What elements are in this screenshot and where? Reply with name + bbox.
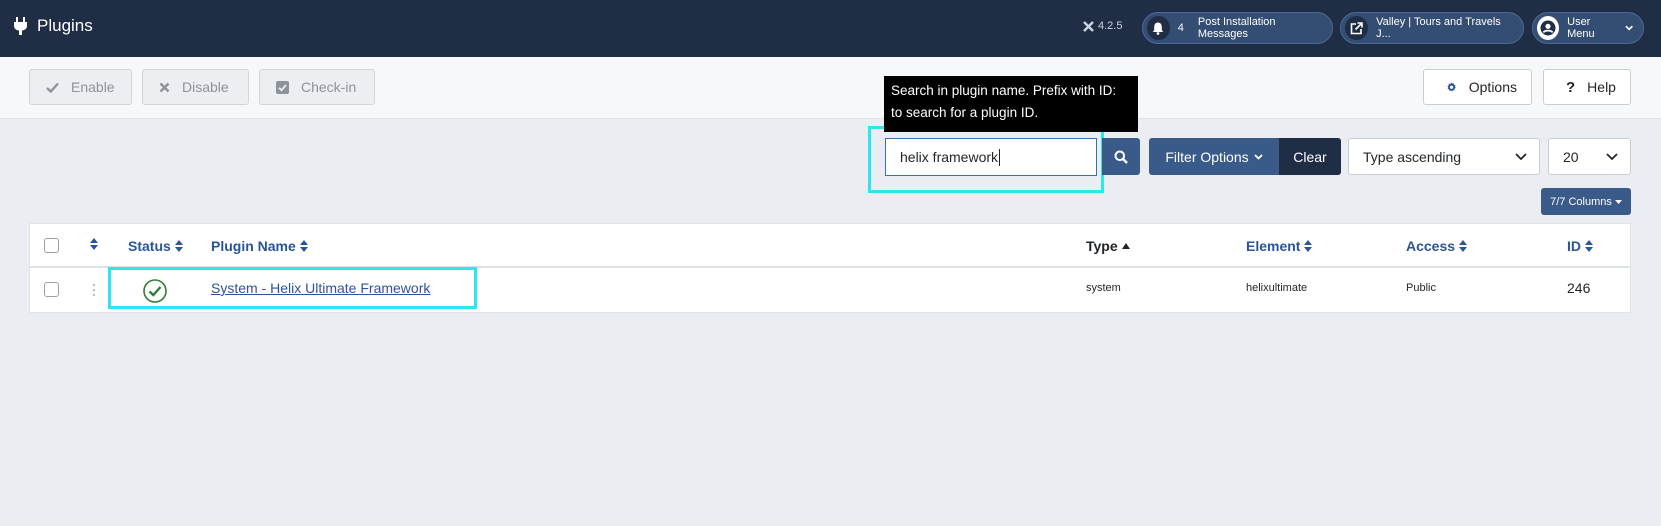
checked-box-icon: [276, 80, 289, 94]
external-link-icon: [1345, 16, 1369, 40]
x-icon: [159, 82, 170, 92]
chevron-down-icon: [1625, 25, 1633, 31]
plugin-name-header-label: Plugin Name: [211, 238, 296, 254]
filter-options-label: Filter Options: [1165, 148, 1249, 165]
ordering-select[interactable]: Type ascending: [1348, 138, 1540, 175]
row-highlight-box: [108, 267, 477, 309]
id-header-label: ID: [1567, 238, 1581, 254]
chevron-down-icon: [1253, 153, 1263, 160]
bell-icon: [1147, 16, 1170, 40]
type-header-label: Type: [1086, 238, 1118, 254]
columns-label: 7/7 Columns: [1550, 195, 1612, 208]
site-link-label: Valley | Tours and Travels J...: [1376, 16, 1501, 40]
checkin-button[interactable]: Check-in: [259, 69, 375, 105]
id-header[interactable]: ID: [1567, 238, 1593, 254]
version-info: 4.2.5: [1083, 20, 1122, 32]
table-header: Status Plugin Name Type Element Access I…: [30, 224, 1630, 268]
clear-label: Clear: [1293, 148, 1327, 165]
help-label: Help: [1587, 79, 1616, 95]
sort-icon: [1459, 240, 1468, 252]
element-header[interactable]: Element: [1246, 238, 1313, 254]
access-header-label: Access: [1406, 238, 1456, 254]
joomla-icon: [1083, 20, 1094, 32]
status-header-label: Status: [128, 238, 171, 254]
search-icon: [1114, 150, 1128, 164]
search-button[interactable]: [1102, 138, 1140, 175]
row-element: helixultimate: [1246, 282, 1308, 294]
enable-label: Enable: [71, 79, 115, 95]
type-header[interactable]: Type: [1086, 238, 1130, 254]
limit-value: 20: [1563, 148, 1579, 165]
access-header[interactable]: Access: [1406, 238, 1468, 254]
search-highlight-box: [868, 126, 1104, 193]
version-text: 4.2.5: [1098, 20, 1123, 32]
row-id: 246: [1567, 280, 1591, 296]
ordering-sort-header[interactable]: [90, 238, 98, 250]
sort-icon: [1585, 240, 1593, 252]
options-label: Options: [1468, 79, 1517, 95]
disable-label: Disable: [182, 79, 229, 95]
gear-icon: [1447, 81, 1456, 92]
plug-icon: [14, 17, 27, 35]
filter-options-button[interactable]: Filter Options: [1149, 138, 1279, 175]
notification-count: 4: [1177, 22, 1184, 34]
row-checkbox[interactable]: [44, 282, 59, 297]
notification-label: Post Installation Messages: [1197, 16, 1276, 40]
user-icon: [1537, 16, 1560, 40]
sort-icon: [174, 240, 183, 252]
chevron-down-icon: [1515, 152, 1527, 160]
ordering-value: Type ascending: [1363, 148, 1462, 165]
columns-button[interactable]: 7/7 Columns: [1541, 188, 1631, 215]
element-header-label: Element: [1246, 238, 1301, 254]
brand: Plugins: [14, 16, 93, 36]
sort-icon: [1304, 240, 1313, 252]
post-installation-messages-button[interactable]: 4 Post Installation Messages: [1142, 12, 1333, 44]
row-type: system: [1086, 282, 1121, 294]
enable-button[interactable]: Enable: [29, 69, 132, 105]
toolbar: Enable Disable Check-in Options ? Help: [0, 57, 1661, 119]
help-button[interactable]: ? Help: [1543, 69, 1631, 105]
sort-ascending-icon: [1121, 243, 1130, 249]
user-menu-button[interactable]: User Menu: [1532, 12, 1644, 44]
site-link-button[interactable]: Valley | Tours and Travels J...: [1340, 12, 1524, 44]
status-header[interactable]: Status: [128, 238, 183, 254]
user-menu-label: User Menu: [1567, 16, 1595, 40]
question-icon: ?: [1566, 78, 1576, 96]
clear-button[interactable]: Clear: [1279, 138, 1341, 175]
sort-icon: [299, 240, 308, 252]
limit-select[interactable]: 20: [1548, 138, 1631, 175]
sort-icon: [90, 238, 98, 250]
check-icon: [46, 82, 59, 93]
plugin-name-header[interactable]: Plugin Name: [211, 238, 308, 254]
row-access: Public: [1406, 282, 1436, 294]
caret-down-icon: [1614, 199, 1622, 204]
select-all-checkbox[interactable]: [44, 238, 59, 253]
top-header: Plugins 4.2.5 4 Post Installation Messag…: [0, 0, 1661, 57]
disable-button[interactable]: Disable: [142, 69, 249, 105]
page-title: Plugins: [37, 16, 93, 35]
checkin-label: Check-in: [301, 79, 357, 95]
search-tooltip: Search in plugin name. Prefix with ID: t…: [884, 76, 1138, 132]
chevron-down-icon: [1606, 152, 1618, 160]
options-button[interactable]: Options: [1423, 69, 1532, 105]
drag-handle-icon[interactable]: [92, 283, 96, 297]
